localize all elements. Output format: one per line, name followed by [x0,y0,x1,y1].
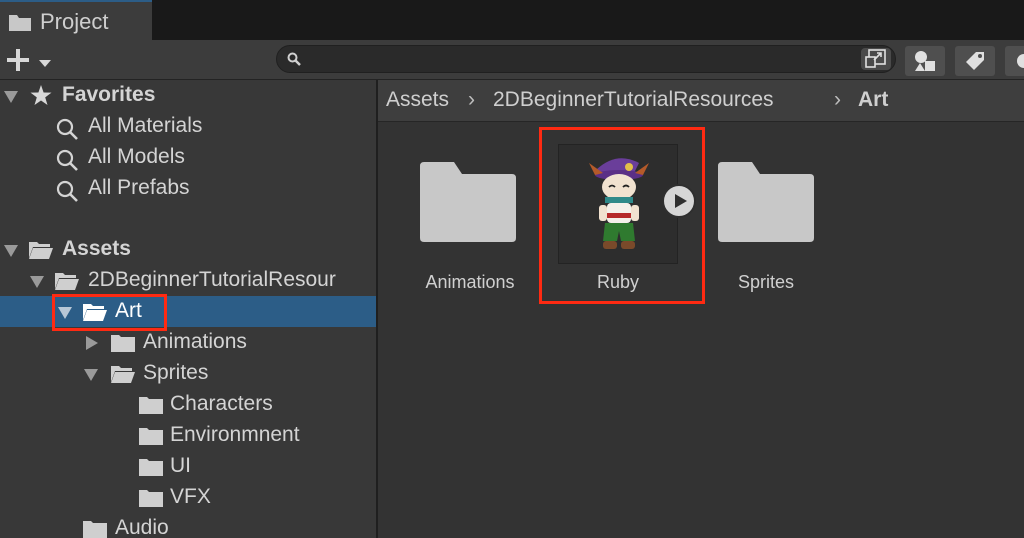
open-folder-icon [28,240,54,265]
search-by-type-button[interactable] [905,46,945,76]
open-folder-icon [110,364,136,389]
tree-item-characters[interactable]: Characters [0,389,376,420]
search-field[interactable] [276,45,896,73]
search-by-label-button[interactable] [955,46,995,76]
collapsed-arrow-icon[interactable] [86,336,98,355]
folder-icon [138,395,164,420]
tree-item-label: UI [170,454,191,477]
search-icon [287,52,301,71]
tree-item-environment[interactable]: Environmnent [0,420,376,451]
tree-item-label: 2DBeginnerTutorialResour [88,268,336,291]
folder-icon [110,333,136,358]
star-icon [30,85,52,111]
expanded-arrow-icon[interactable] [84,368,98,386]
advanced-search-button[interactable] [861,48,891,70]
folder-icon [420,162,516,247]
search-input[interactable] [307,49,851,71]
tree-item-vfx[interactable]: VFX [0,482,376,513]
tree-item-label: Environmnent [170,423,300,446]
tree-item-favorites[interactable]: Favorites [0,80,376,111]
tag-icon [964,50,986,77]
tree-item-all-prefabs[interactable]: All Prefabs [0,173,376,204]
tree-item-label: VFX [170,485,211,508]
asset-grid-pane[interactable]: Assets › 2DBeginnerTutorialResources › A… [378,80,1024,538]
folder-icon [138,426,164,451]
tree-item-all-models[interactable]: All Models [0,142,376,173]
tree-item-sprites[interactable]: Sprites [0,358,376,389]
highlight-box-ruby [539,127,705,304]
breadcrumb-separator-icon: › [834,88,841,111]
plus-icon [6,48,30,77]
expanded-arrow-icon[interactable] [4,244,18,262]
highlight-box-art [52,294,167,331]
tree-item-2dbeginnertutorialresources[interactable]: 2DBeginnerTutorialResour [0,265,376,296]
tree-item-all-materials[interactable]: All Materials [0,111,376,142]
breadcrumb-separator-icon: › [468,88,475,111]
tree-item-audio[interactable]: Audio [0,513,376,538]
folder-tree-pane[interactable]: Favorites All Materials All Models All P… [0,80,376,538]
tree-item-label: Favorites [62,83,156,106]
save-search-button[interactable] [1005,46,1024,76]
toolbar [0,40,1024,80]
search-icon [56,118,78,145]
tab-project[interactable]: Project [0,0,152,40]
search-icon [56,149,78,176]
breadcrumb-item-assets[interactable]: Assets [386,88,449,112]
folder-icon [138,488,164,513]
expanded-arrow-icon[interactable] [30,275,44,293]
open-folder-icon [54,271,80,296]
expanded-arrow-icon[interactable] [4,90,18,108]
folder-icon [8,12,32,37]
folder-icon [138,457,164,482]
folder-icon [718,162,814,247]
breadcrumb-item-art[interactable]: Art [858,88,888,112]
create-dropdown-button[interactable] [4,46,56,74]
tree-item-label: Assets [62,237,131,260]
breadcrumb-item-resources[interactable]: 2DBeginnerTutorialResources [493,88,774,112]
search-icon [56,180,78,207]
shapes-icon [913,49,937,78]
tree-item-label: Audio [115,516,169,538]
tab-bar: Project [0,0,1024,40]
star-icon [1015,52,1024,75]
tab-label: Project [40,9,109,34]
asset-label: Animations [425,272,515,292]
tree-item-label: Characters [170,392,273,415]
folder-icon [82,519,108,538]
tree-item-label: All Prefabs [88,176,190,199]
open-window-icon [865,49,887,74]
tree-item-assets[interactable]: Assets [0,234,376,265]
breadcrumb: Assets › 2DBeginnerTutorialResources › A… [378,80,1024,122]
chevron-down-icon [38,56,52,74]
tree-item-label: All Models [88,145,185,168]
tree-item-ui[interactable]: UI [0,451,376,482]
tree-item-label: All Materials [88,114,203,137]
tree-item-label: Sprites [143,361,209,384]
tree-item-label: Animations [143,330,247,353]
tree-item-animations[interactable]: Animations [0,327,376,358]
asset-label: Sprites [737,272,795,292]
